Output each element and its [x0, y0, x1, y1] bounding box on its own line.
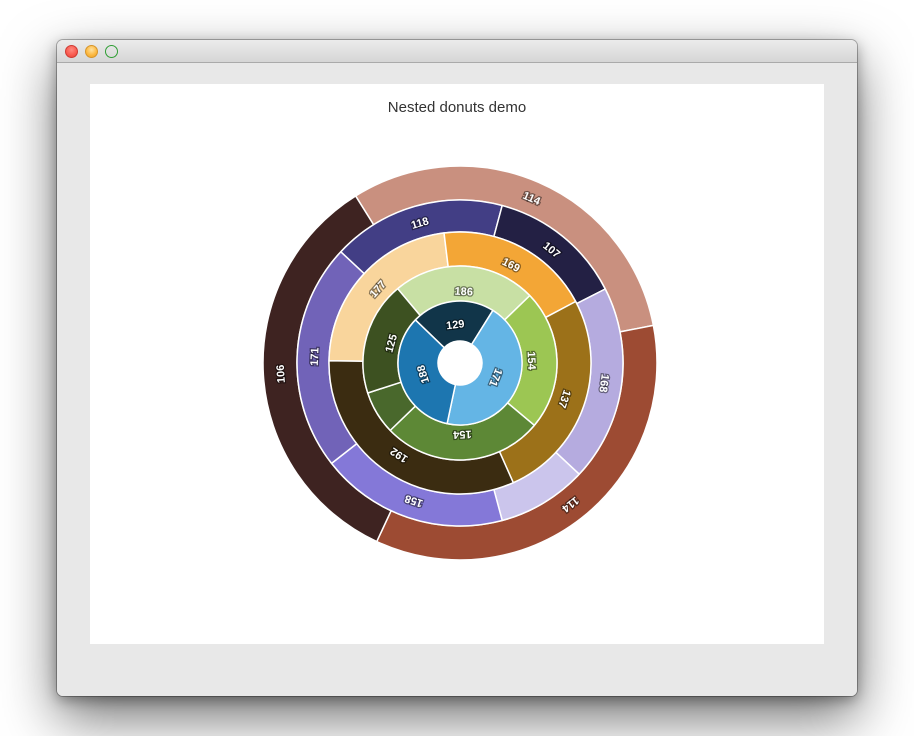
window-content: Nested donuts demo 114114106118107168158… [57, 63, 857, 696]
app-window: Nested donuts demo 114114106118107168158… [57, 40, 857, 696]
segment-label: 154 [525, 351, 538, 371]
segment-label: 171 [309, 347, 322, 366]
segment-label: 168 [596, 373, 610, 393]
minimize-button[interactable] [85, 45, 98, 58]
segment-label: 106 [275, 364, 288, 383]
segment-label: 186 [454, 286, 473, 299]
segment-label: 129 [446, 318, 466, 332]
screenshot-stage: Nested donuts demo 114114106118107168158… [0, 0, 914, 736]
window-titlebar[interactable] [57, 40, 857, 63]
nested-donut-chart: 1141141061181071681581711771691371921861… [90, 84, 824, 644]
segment-label: 154 [452, 428, 472, 441]
zoom-button[interactable] [105, 45, 118, 58]
close-button[interactable] [65, 45, 78, 58]
chart-panel: Nested donuts demo 114114106118107168158… [90, 84, 824, 644]
